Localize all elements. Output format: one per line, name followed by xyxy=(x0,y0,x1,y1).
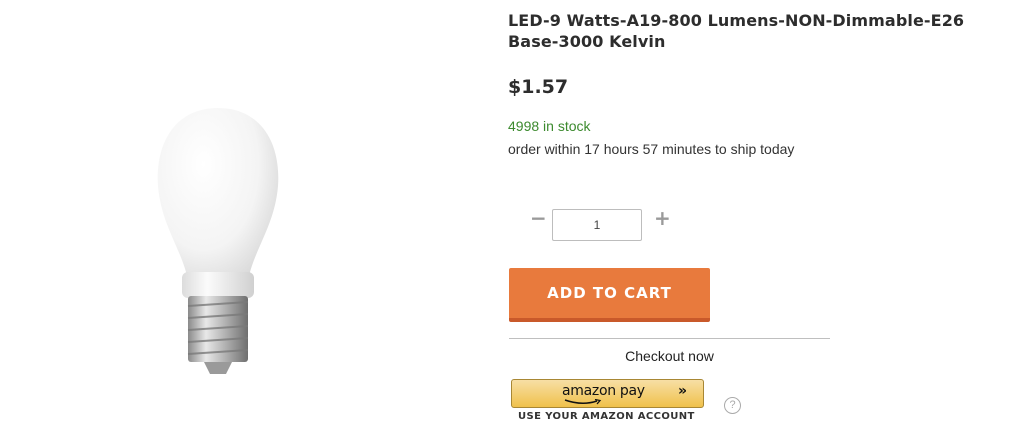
checkout-now-link[interactable]: Checkout now xyxy=(509,348,830,364)
quantity-input[interactable] xyxy=(552,209,642,241)
stock-status: 4998 in stock xyxy=(508,118,591,134)
amazon-pay-label: amazon pay xyxy=(562,383,645,399)
chevron-right-icon: » xyxy=(678,383,688,399)
amazon-smile-icon xyxy=(564,399,602,405)
amazon-pay-caption: USE YOUR AMAZON ACCOUNT xyxy=(518,411,695,422)
led-bulb-image xyxy=(157,108,279,374)
shipping-notice: order within 17 hours 57 minutes to ship… xyxy=(508,141,795,157)
quantity-decrease-button[interactable]: − xyxy=(530,208,547,228)
divider xyxy=(509,338,830,339)
quantity-increase-button[interactable]: + xyxy=(654,208,671,228)
product-title: LED-9 Watts-A19-800 Lumens-NON-Dimmable-… xyxy=(508,11,965,51)
product-price: $1.57 xyxy=(508,76,569,98)
amazon-pay-button[interactable]: amazon pay » xyxy=(511,379,704,408)
add-to-cart-button[interactable]: ADD TO CART xyxy=(509,268,710,322)
help-icon[interactable]: ? xyxy=(724,397,741,414)
